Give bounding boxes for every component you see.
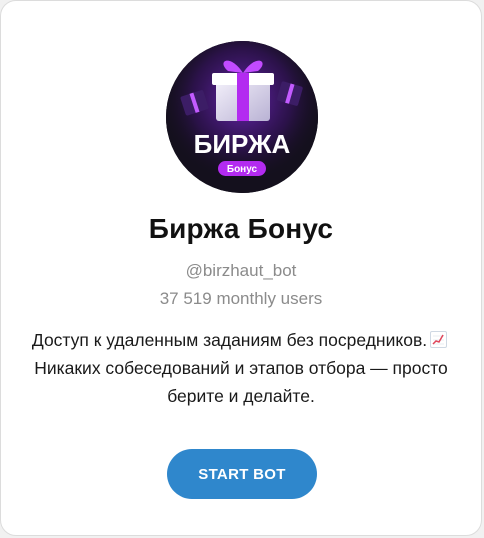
monthly-users-count: 37 519 monthly users — [159, 289, 323, 308]
bot-description: Доступ к удаленным заданиям без посредни… — [31, 326, 451, 410]
avatar-logo-text: БИРЖА — [194, 129, 291, 159]
chart-increasing-icon — [430, 331, 448, 348]
start-bot-button[interactable]: START BOT — [167, 449, 317, 499]
bot-username: @birzhaut_bot — [185, 261, 297, 280]
bot-profile-card: БИРЖА Бонус Биржа Бонус @birzhaut_bot 37… — [0, 0, 482, 536]
description-text-part1: Доступ к удаленным заданиям без посредни… — [31, 330, 428, 350]
description-text-part2: Никаких собеседований и этапов отбора — … — [34, 358, 448, 406]
gift-box-logo-icon: БИРЖА Бонус — [166, 41, 318, 193]
bot-avatar: БИРЖА Бонус — [166, 41, 318, 193]
avatar-badge-text: Бонус — [227, 164, 258, 175]
bot-name: Биржа Бонус — [148, 213, 334, 244]
